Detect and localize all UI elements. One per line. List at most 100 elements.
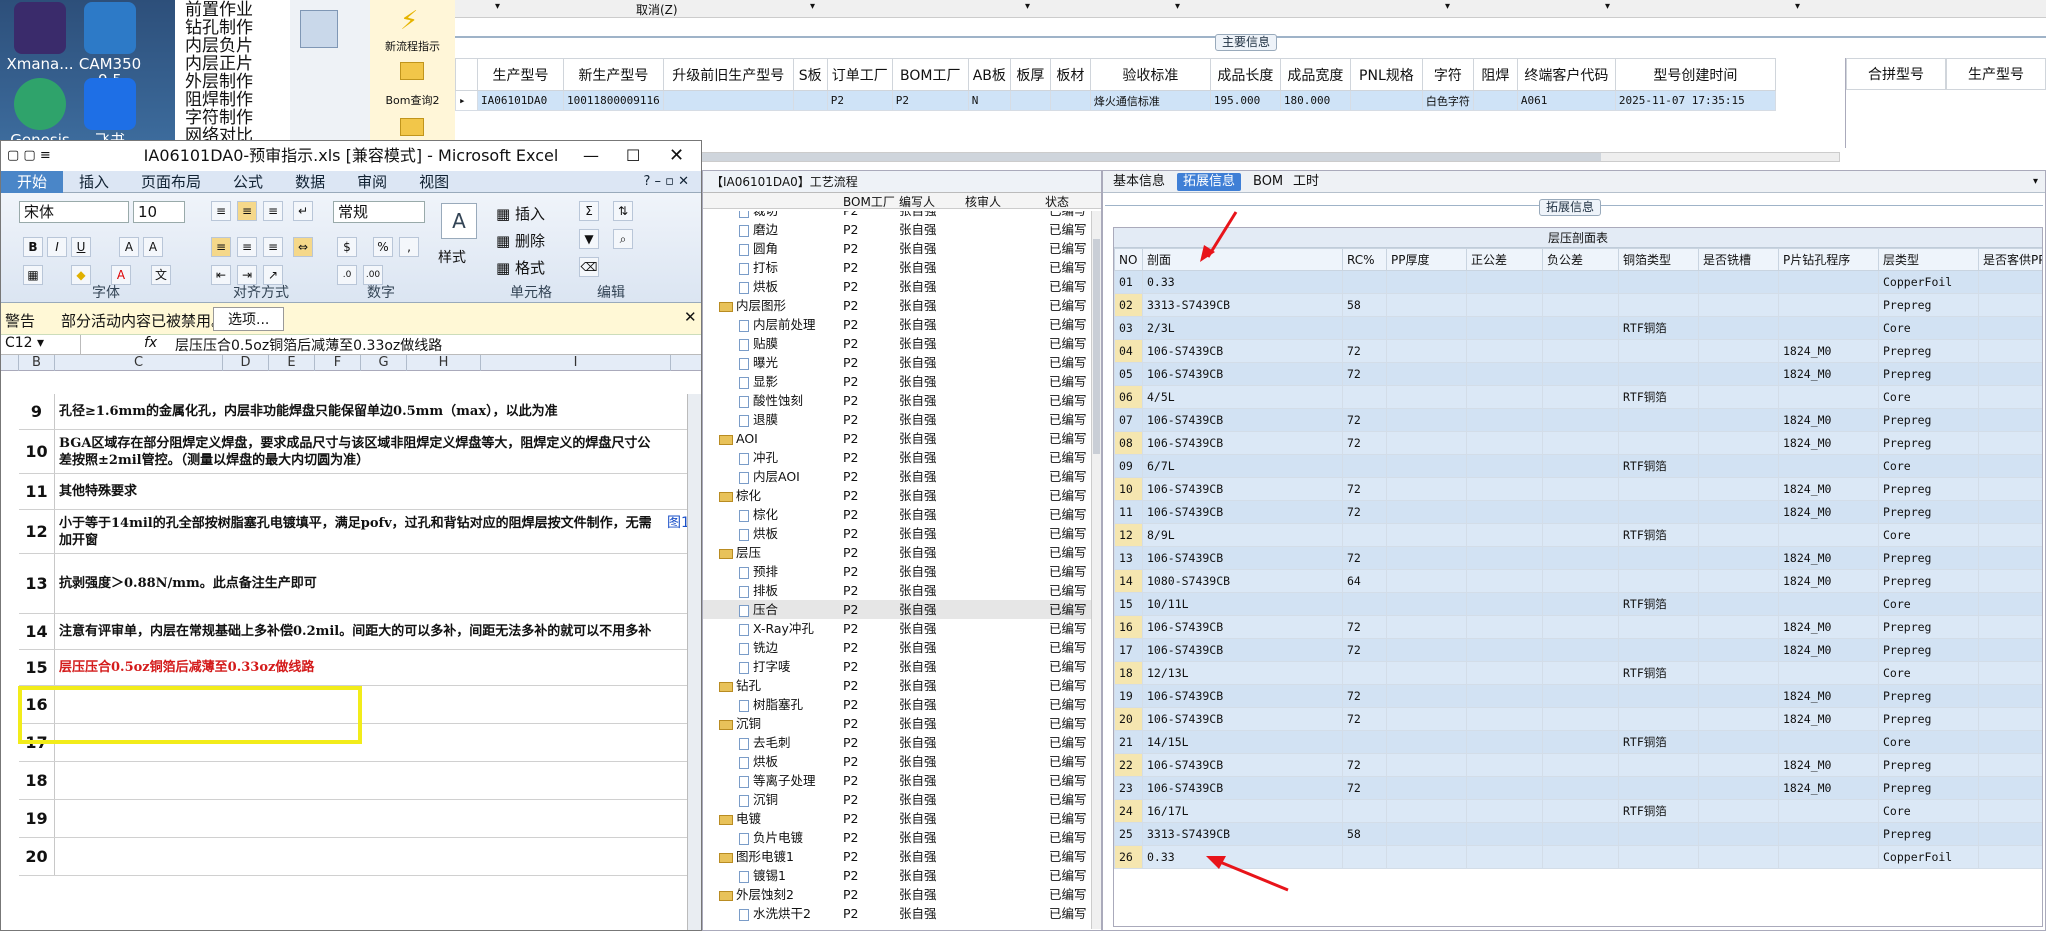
lamination-cell[interactable] (1978, 523, 2042, 547)
lamination-cell[interactable]: 106-S7439CB (1142, 546, 1343, 570)
lamination-cell[interactable]: Prepreg (1878, 500, 1979, 524)
main-info-column-header[interactable]: 成品长度 (1209, 58, 1281, 91)
lamination-cell[interactable] (1386, 385, 1467, 409)
cell-text[interactable]: 孔径≥1.6mm的金属化孔，内层非功能焊盘只能保留单边0.5mm（max），以此… (59, 394, 663, 429)
tree-item[interactable]: 字符制作 (175, 109, 304, 127)
lamination-cell[interactable] (1698, 569, 1779, 593)
cell-text[interactable] (59, 762, 663, 799)
lamination-cell[interactable] (1978, 845, 2042, 869)
main-info-column-header[interactable]: BOM工厂 (891, 58, 969, 91)
flow-step-row[interactable]: 图形电镀1 P2 张自强 已编写 (703, 847, 1091, 866)
dropdown-arrow-icon[interactable]: ▾ (810, 1, 815, 12)
lamination-cell[interactable] (1386, 730, 1467, 754)
lamination-cell[interactable] (1466, 845, 1543, 869)
row-number-cell[interactable]: 08 (1114, 431, 1143, 455)
flow-step-row[interactable]: 圆角 P2 张自强 已编写 (703, 239, 1091, 258)
lamination-cell[interactable] (1466, 523, 1543, 547)
tree-item[interactable]: 外层制作 (175, 73, 304, 91)
lamination-cell[interactable]: 12/13L (1142, 661, 1343, 685)
lamination-cell[interactable] (1342, 730, 1387, 754)
lamination-cell[interactable] (1542, 753, 1619, 777)
worksheet-row[interactable]: 9 孔径≥1.6mm的金属化孔，内层非功能焊盘只能保留单边0.5mm（max），以… (19, 394, 687, 430)
lamination-column-header[interactable]: 剖面 (1142, 248, 1343, 271)
lamination-cell[interactable] (1698, 661, 1779, 685)
lamination-cell[interactable] (1698, 454, 1779, 478)
calculator-icon[interactable] (300, 10, 338, 48)
lamination-cell[interactable]: Core (1878, 799, 1979, 823)
lamination-cell[interactable] (1386, 845, 1467, 869)
lamination-cell[interactable]: 106-S7439CB (1142, 684, 1343, 708)
worksheet-row[interactable]: 17 (19, 724, 687, 762)
table-row[interactable]: 25 3313-S7439CB 58 Prepreg (1114, 822, 2042, 846)
lamination-cell[interactable]: 106-S7439CB (1142, 500, 1343, 524)
table-row[interactable]: 18 12/13L RTF铜箔 Core (1114, 661, 2042, 685)
main-info-column-header[interactable]: 升级前旧生产型号 (662, 58, 794, 91)
tab-page-layout[interactable]: 页面布局 (125, 171, 217, 193)
lamination-cell[interactable] (1978, 385, 2042, 409)
lamination-cell[interactable]: 72 (1342, 753, 1387, 777)
row-number[interactable]: 10 (19, 430, 55, 473)
cell-text[interactable]: 抗剥强度＞0.88N/mm。此点备注生产即可 (59, 554, 663, 613)
lamination-cell[interactable] (1542, 569, 1619, 593)
lamination-cell[interactable]: Prepreg (1878, 776, 1979, 800)
lamination-cell[interactable] (1542, 776, 1619, 800)
column-header[interactable]: G (361, 355, 407, 371)
main-info-column-header[interactable]: 型号创建时间 (1614, 58, 1776, 91)
lamination-cell[interactable] (1542, 546, 1619, 570)
lamination-cell[interactable] (1618, 431, 1699, 455)
formula-input[interactable]: 层压压合0.5oz铜箔后减薄至0.33oz做线路 (175, 335, 442, 355)
lamination-cell[interactable] (1542, 592, 1619, 616)
find-select-icon[interactable]: ⌕ (613, 229, 633, 249)
lamination-cell[interactable]: 72 (1342, 408, 1387, 432)
lamination-cell[interactable] (1466, 500, 1543, 524)
lamination-cell[interactable] (1978, 569, 2042, 593)
lamination-cell[interactable] (1466, 684, 1543, 708)
lamination-column-header[interactable]: 是否客供PP (1978, 248, 2042, 271)
lamination-cell[interactable] (1698, 776, 1779, 800)
lamination-cell[interactable] (1978, 477, 2042, 501)
lamination-cell[interactable] (1386, 408, 1467, 432)
row-number[interactable]: 20 (19, 838, 55, 875)
worksheet-row[interactable]: 10 BGA区域存在部分阻焊定义焊盘，要求成品尺寸与该区域非阻焊定义焊盘等大，阻焊… (19, 430, 687, 474)
flow-step-row[interactable]: 等离子处理 P2 张自强 已编写 (703, 771, 1091, 790)
lamination-cell[interactable] (1978, 799, 2042, 823)
lamination-cell[interactable]: Prepreg (1878, 707, 1979, 731)
tab-review[interactable]: 审阅 (341, 171, 403, 193)
lamination-cell[interactable] (1698, 845, 1779, 869)
help-icon[interactable]: ? – ▫ ✕ (644, 171, 690, 193)
lamination-column-header[interactable]: 层类型 (1878, 248, 1979, 271)
lamination-cell[interactable] (1386, 592, 1467, 616)
lamination-cell[interactable] (1698, 592, 1779, 616)
flow-step-row[interactable]: 树脂塞孔 P2 张自强 已编写 (703, 695, 1091, 714)
lamination-cell[interactable] (1978, 753, 2042, 777)
lamination-cell[interactable]: 72 (1342, 477, 1387, 501)
lamination-cell[interactable]: RTF铜箔 (1618, 799, 1699, 823)
lamination-cell[interactable] (1466, 592, 1543, 616)
align-middle-icon[interactable]: ≡ (237, 201, 257, 221)
lamination-cell[interactable]: Prepreg (1878, 638, 1979, 662)
flow-step-row[interactable]: 沉铜 P2 张自强 已编写 (703, 714, 1091, 733)
row-number-cell[interactable]: 12 (1114, 523, 1143, 547)
lamination-cell[interactable] (1698, 753, 1779, 777)
lamination-cell[interactable] (1698, 293, 1779, 317)
lamination-cell[interactable] (1618, 293, 1699, 317)
styles-icon[interactable]: A (441, 203, 477, 239)
row-number[interactable]: 19 (19, 800, 55, 837)
lamination-cell[interactable] (1618, 339, 1699, 363)
lamination-cell[interactable] (1978, 500, 2042, 524)
lamination-cell[interactable] (1542, 799, 1619, 823)
font-name-select[interactable]: 宋体 (19, 201, 129, 223)
main-info-cell[interactable] (662, 90, 794, 111)
lamination-cell[interactable]: 1824_M0 (1778, 362, 1879, 386)
table-row[interactable]: 22 106-S7439CB 72 1824_M0 Prepreg (1114, 753, 2042, 777)
cell-text[interactable] (59, 838, 663, 875)
lamination-cell[interactable]: 106-S7439CB (1142, 408, 1343, 432)
lamination-cell[interactable]: 72 (1342, 707, 1387, 731)
main-info-column-header[interactable]: 阻焊 (1472, 58, 1518, 91)
lamination-cell[interactable] (1698, 822, 1779, 846)
lamination-cell[interactable]: 1824_M0 (1778, 707, 1879, 731)
lamination-cell[interactable] (1698, 707, 1779, 731)
lamination-cell[interactable] (1542, 385, 1619, 409)
lamination-cell[interactable] (1618, 776, 1699, 800)
align-top-icon[interactable]: ≡ (211, 201, 231, 221)
